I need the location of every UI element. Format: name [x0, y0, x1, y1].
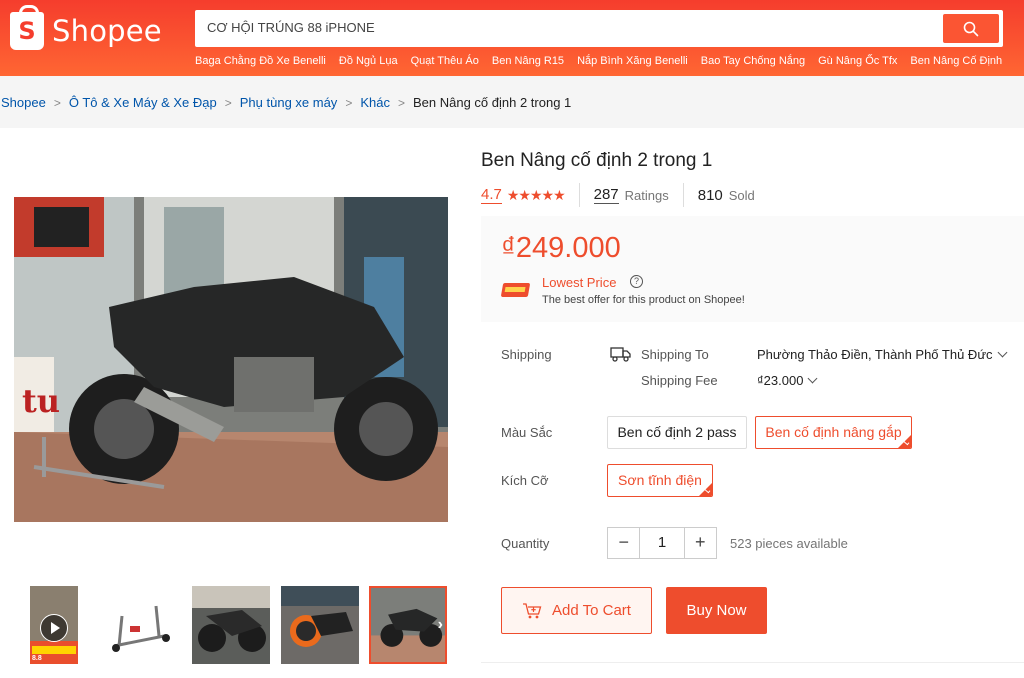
play-icon [40, 614, 68, 642]
shopee-logo[interactable]: S Shopee [10, 5, 162, 50]
color-option-selected[interactable]: Ben cố định nâng gắp [755, 416, 912, 449]
keyword-link[interactable]: Quạt Thêu Áo [411, 55, 479, 67]
color-option-label: Ben cố định nâng gắp [765, 424, 902, 440]
color-option[interactable]: Ben cố định 2 pass [607, 416, 747, 449]
keyword-link[interactable]: Baga Chằng Đồ Xe Benelli [195, 55, 326, 67]
shipping-to-value: Phường Thảo Điền, Thành Phố Thủ Đức [757, 347, 993, 362]
chevron-right-icon: > [345, 95, 353, 110]
breadcrumb-subcategory[interactable]: Phụ tùng xe máy [240, 95, 338, 110]
quantity-label: Quantity [501, 536, 550, 551]
keyword-link[interactable]: Nắp Bình Xăng Benelli [577, 55, 688, 67]
ratings-label: Ratings [624, 187, 669, 203]
keyword-link[interactable]: Bao Tay Chống Nắng [701, 55, 805, 67]
quantity-stepper: − 1 + [607, 527, 717, 559]
thumbnail-image [104, 586, 182, 664]
add-to-cart-label: Add To Cart [552, 602, 631, 619]
star-rating-icon: ★★★★★ [506, 186, 566, 203]
size-option-label: Sơn tĩnh điện [618, 472, 702, 488]
thumbnail-image [192, 586, 270, 664]
shipping-to-select[interactable]: Phường Thảo Điền, Thành Phố Thủ Đức [757, 347, 1007, 362]
price-section: ₫249.000 Lowest Price ? The best offer f… [481, 216, 1024, 322]
divider [682, 183, 684, 207]
cart-icon [523, 602, 542, 618]
size-label: Kích Cỡ [501, 473, 549, 488]
shipping-label: Shipping [501, 347, 552, 362]
search-value[interactable]: CƠ HỘI TRÚNG 88 iPHONE [207, 20, 375, 35]
add-to-cart-button[interactable]: Add To Cart [501, 587, 652, 634]
logo-letter: S [18, 17, 36, 45]
lowest-price-description: The best offer for this product on Shope… [542, 294, 745, 306]
truck-icon [610, 347, 631, 362]
keyword-link[interactable]: Gù Nâng Ốc Tfx [818, 55, 897, 67]
quantity-input[interactable]: 1 [639, 528, 685, 558]
chevron-down-icon [997, 347, 1007, 358]
color-label: Màu Sắc [501, 425, 553, 440]
check-icon [699, 483, 712, 496]
rating-value[interactable]: 4.7 [481, 186, 502, 204]
thumbnail-video[interactable]: 8.8 [30, 586, 78, 664]
increase-button[interactable]: + [685, 528, 716, 558]
size-option-selected[interactable]: Sơn tĩnh điện [607, 464, 713, 497]
shipping-fee-label: Shipping Fee [641, 373, 718, 388]
shipping-fee-select[interactable]: ₫23.000 [757, 373, 818, 388]
chevron-right-icon: > [224, 95, 232, 110]
keyword-link[interactable]: Ben Nâng R15 [492, 55, 564, 67]
header-bar: S Shopee CƠ HỘI TRÚNG 88 iPHONE Baga Chằ… [0, 0, 1024, 76]
sold-count: 810 [697, 186, 723, 204]
motorcycle-photo: tu [14, 197, 448, 522]
shipping-to-label: Shipping To [641, 347, 709, 362]
rating-row: 4.7 ★★★★★ 287 Ratings 810 Sold [481, 183, 755, 207]
shopping-bag-icon: S [10, 5, 44, 50]
chevron-right-icon[interactable]: › [438, 616, 443, 634]
stock-available: 523 pieces available [730, 536, 848, 551]
buy-now-button[interactable]: Buy Now [666, 587, 767, 634]
help-icon[interactable]: ? [630, 275, 643, 288]
breadcrumb-category[interactable]: Ô Tô & Xe Máy & Xe Đạp [69, 95, 217, 110]
product-main-image[interactable]: tu [14, 197, 448, 522]
thumbnail-image [371, 588, 445, 662]
search-button[interactable] [943, 14, 999, 43]
divider [578, 183, 580, 207]
logo-text: Shopee [52, 14, 162, 48]
chevron-down-icon [807, 373, 818, 384]
breadcrumb-other[interactable]: Khác [360, 95, 390, 110]
ratings-count[interactable]: 287 [593, 186, 619, 204]
search-suggestions: Baga Chằng Đồ Xe Benelli Đồ Ngủ Lụa Quạt… [195, 55, 1002, 67]
keyword-link[interactable]: Đồ Ngủ Lụa [339, 55, 398, 67]
sale-badge: 8.8 [32, 655, 42, 662]
product-title: Ben Nâng cố định 2 trong 1 [481, 150, 713, 171]
lowest-price-label: Lowest Price [542, 275, 617, 290]
check-icon [898, 435, 911, 448]
search-input[interactable]: CƠ HỘI TRÚNG 88 iPHONE [195, 10, 1003, 47]
keyword-link[interactable]: Ben Nâng Cố Định [910, 55, 1002, 67]
sold-label: Sold [728, 187, 755, 203]
thumbnail-bike-3-selected[interactable]: › [369, 586, 447, 664]
breadcrumb-shopee[interactable]: Shopee [1, 95, 46, 110]
thumbnail-bike-2[interactable] [281, 586, 359, 664]
divider [481, 662, 1024, 663]
thumbnail-strip: 8.8 › [14, 586, 448, 666]
thumbnail-stand[interactable] [104, 586, 182, 664]
chevron-right-icon: > [397, 95, 405, 110]
breadcrumb-current: Ben Nâng cố định 2 trong 1 [412, 95, 572, 110]
shipping-fee-value: ₫23.000 [757, 373, 804, 388]
product-price: ₫249.000 [501, 232, 621, 264]
lowest-price-badge-icon [500, 283, 531, 297]
svg-text:tu: tu [22, 382, 60, 420]
search-icon [963, 21, 979, 37]
decrease-button[interactable]: − [608, 528, 639, 558]
thumbnail-bike-1[interactable] [192, 586, 270, 664]
chevron-right-icon: > [53, 95, 61, 110]
breadcrumb: Shopee > Ô Tô & Xe Máy & Xe Đạp > Phụ tù… [1, 95, 571, 110]
thumbnail-image [281, 586, 359, 664]
